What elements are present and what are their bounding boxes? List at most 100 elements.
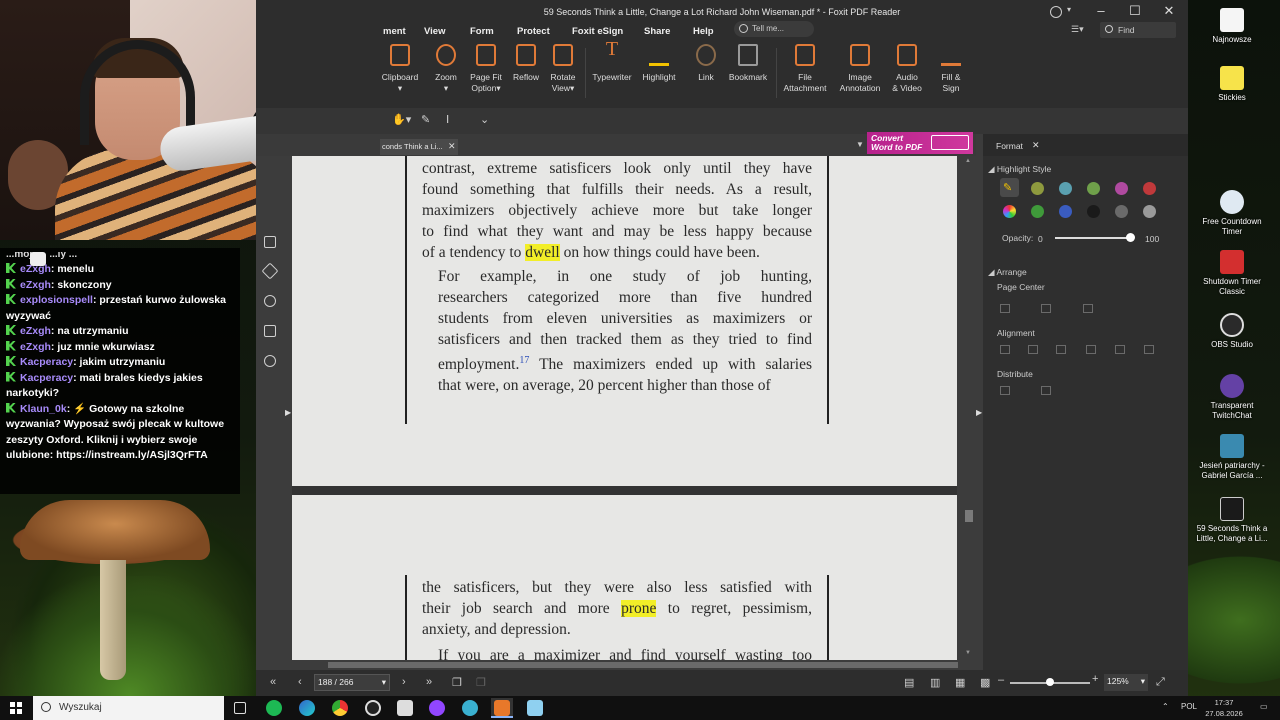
desktop-icon-free-countdown-timer[interactable]: Free Countdown Timer xyxy=(1192,190,1272,237)
find-input[interactable]: Find xyxy=(1100,22,1176,38)
taskbar-clock[interactable]: 17:37 27.08.2026 xyxy=(1202,697,1246,719)
center-horizontal-icon[interactable] xyxy=(1000,304,1010,313)
fill-sign-button[interactable]: Fill & Sign xyxy=(934,44,968,94)
chat-username[interactable]: Kacperacy xyxy=(20,356,73,368)
format-tab[interactable]: Format xyxy=(996,141,1023,151)
chat-username[interactable]: Klaun_0k xyxy=(20,403,67,415)
link-button[interactable]: Link xyxy=(692,44,720,83)
color-swatch[interactable] xyxy=(1031,205,1044,218)
desktop-icon-najnowsze[interactable]: Najnowsze xyxy=(1192,8,1272,45)
rotate-view-button[interactable]: Rotate View▾ xyxy=(545,44,581,94)
desktop-icon-obs-studio[interactable]: OBS Studio xyxy=(1192,313,1272,350)
tray-expand-icon[interactable]: ⌃ xyxy=(1162,702,1169,711)
desktop-icon-stickies[interactable]: Stickies xyxy=(1192,66,1272,103)
security-lock-icon[interactable] xyxy=(264,325,276,337)
pdf-viewport[interactable]: contrast, extreme satisficers look only … xyxy=(292,156,957,660)
opacity-slider-knob[interactable] xyxy=(1126,233,1135,242)
color-swatch[interactable] xyxy=(1143,182,1156,195)
opacity-slider[interactable] xyxy=(1055,237,1131,239)
attachments-icon[interactable] xyxy=(264,295,276,307)
menu-protect[interactable]: Protect xyxy=(517,24,550,40)
game-app-icon[interactable] xyxy=(394,698,416,718)
arrange-section[interactable]: ◢ Arrange xyxy=(988,267,1027,278)
next-page-icon[interactable]: › xyxy=(402,676,406,688)
zoom-slider-knob[interactable] xyxy=(1046,678,1054,686)
notifications-icon[interactable]: ▭ xyxy=(1260,702,1268,711)
close-tab-icon[interactable]: ✕ xyxy=(448,141,456,152)
reflow-button[interactable]: Reflow xyxy=(508,44,544,83)
account-caret-icon[interactable]: ▾ xyxy=(1067,5,1071,14)
color-swatch[interactable] xyxy=(1059,182,1072,195)
taskbar-search[interactable]: Wyszukaj xyxy=(33,696,224,720)
page-thumbnail-icon[interactable]: ❐ xyxy=(452,676,462,689)
center-both-icon[interactable] xyxy=(1083,304,1093,313)
desktop-icon-shutdown-timer-classic[interactable]: Shutdown Timer Classic xyxy=(1192,250,1272,297)
color-swatch[interactable] xyxy=(1143,205,1156,218)
align-top-icon[interactable] xyxy=(1086,345,1096,354)
continuous-facing-view-icon[interactable]: ▩ xyxy=(980,676,990,689)
account-icon[interactable] xyxy=(1050,6,1062,18)
foxit-taskbar-icon[interactable] xyxy=(491,698,513,718)
color-swatch[interactable] xyxy=(1031,182,1044,195)
hand-tool-icon[interactable]: ✋▾ xyxy=(392,113,411,126)
toolbar-more-icon[interactable]: ⌄ xyxy=(480,113,489,126)
zoom-level-field[interactable]: 125% ▾ xyxy=(1104,674,1148,691)
clock-app-icon[interactable] xyxy=(459,698,481,718)
facing-view-icon[interactable]: ▦ xyxy=(955,676,965,689)
color-picker-icon[interactable] xyxy=(1003,205,1016,218)
center-vertical-icon[interactable] xyxy=(1041,304,1051,313)
close-format-panel-icon[interactable]: ✕ xyxy=(1032,140,1040,151)
align-center-icon[interactable] xyxy=(1028,345,1038,354)
obs-taskbar-icon[interactable] xyxy=(362,698,384,718)
distribute-vertical-icon[interactable] xyxy=(1041,386,1051,395)
distribute-horizontal-icon[interactable] xyxy=(1000,386,1010,395)
audio-video-button[interactable]: Audio & Video xyxy=(888,44,926,94)
page-layout-icon[interactable]: ❐ xyxy=(476,676,486,689)
footnote-link[interactable]: 17 xyxy=(519,355,529,366)
chat-username[interactable]: Kacperacy xyxy=(20,372,73,384)
zoom-button[interactable]: Zoom ▾ xyxy=(428,44,464,94)
typewriter-button[interactable]: T Typewriter xyxy=(590,39,634,83)
tab-list-caret-icon[interactable]: ▼ xyxy=(856,140,864,149)
menu-help[interactable]: Help xyxy=(693,24,714,40)
vertical-scrollbar[interactable]: ▲ ▼ xyxy=(963,156,975,660)
zoom-in-icon[interactable]: + xyxy=(1092,673,1098,685)
text-select-icon[interactable]: Ⅰ xyxy=(446,113,449,126)
desktop-icon-jesien-patriarchy[interactable]: Jesień patriarchy - Gabriel García ... xyxy=(1192,434,1272,481)
first-page-icon[interactable]: « xyxy=(270,676,276,688)
chat-username[interactable]: eZxgh xyxy=(20,279,51,291)
fullscreen-icon[interactable]: ⤢ xyxy=(1156,676,1165,689)
color-swatch[interactable] xyxy=(1087,205,1100,218)
chat-username[interactable]: eZxgh xyxy=(20,325,51,337)
document-tab[interactable]: conds Think a Li... xyxy=(380,139,458,155)
chrome-icon[interactable] xyxy=(329,698,351,718)
task-view-icon[interactable] xyxy=(229,698,251,718)
horizontal-scrollbar[interactable] xyxy=(292,660,963,670)
chat-username[interactable]: explosionspell xyxy=(20,294,93,306)
menu-share[interactable]: Share xyxy=(644,24,670,40)
page-number-field[interactable]: 188 / 266 ▾ xyxy=(314,674,390,691)
single-page-view-icon[interactable]: ▤ xyxy=(904,676,914,689)
color-swatch[interactable] xyxy=(1087,182,1100,195)
close-window-button[interactable]: ✕ xyxy=(1152,0,1186,24)
desktop-icon-transparent-twitchchat[interactable]: Transparent TwitchChat xyxy=(1192,374,1272,421)
color-swatch[interactable] xyxy=(1115,205,1128,218)
twitch-app-icon[interactable] xyxy=(426,698,448,718)
bookmark-button[interactable]: Bookmark xyxy=(726,44,770,83)
color-swatch[interactable] xyxy=(1059,205,1072,218)
minimize-button[interactable]: – xyxy=(1084,0,1118,24)
align-bottom-icon[interactable] xyxy=(1144,345,1154,354)
last-page-icon[interactable]: » xyxy=(426,676,432,688)
signature-icon[interactable] xyxy=(264,355,276,367)
edge-icon[interactable] xyxy=(296,698,318,718)
align-right-icon[interactable] xyxy=(1056,345,1066,354)
layers-icon[interactable] xyxy=(261,262,279,280)
menu-view[interactable]: View xyxy=(424,24,445,40)
highlight-button[interactable]: Highlight xyxy=(639,44,679,83)
file-attachment-button[interactable]: File Attachment xyxy=(782,44,828,94)
menu-form[interactable]: Form xyxy=(470,24,494,40)
highlighted-word[interactable]: prone xyxy=(621,600,657,617)
zoom-out-icon[interactable]: – xyxy=(998,674,1004,686)
comments-panel-icon[interactable] xyxy=(264,236,276,248)
language-indicator[interactable]: POL xyxy=(1181,702,1197,711)
